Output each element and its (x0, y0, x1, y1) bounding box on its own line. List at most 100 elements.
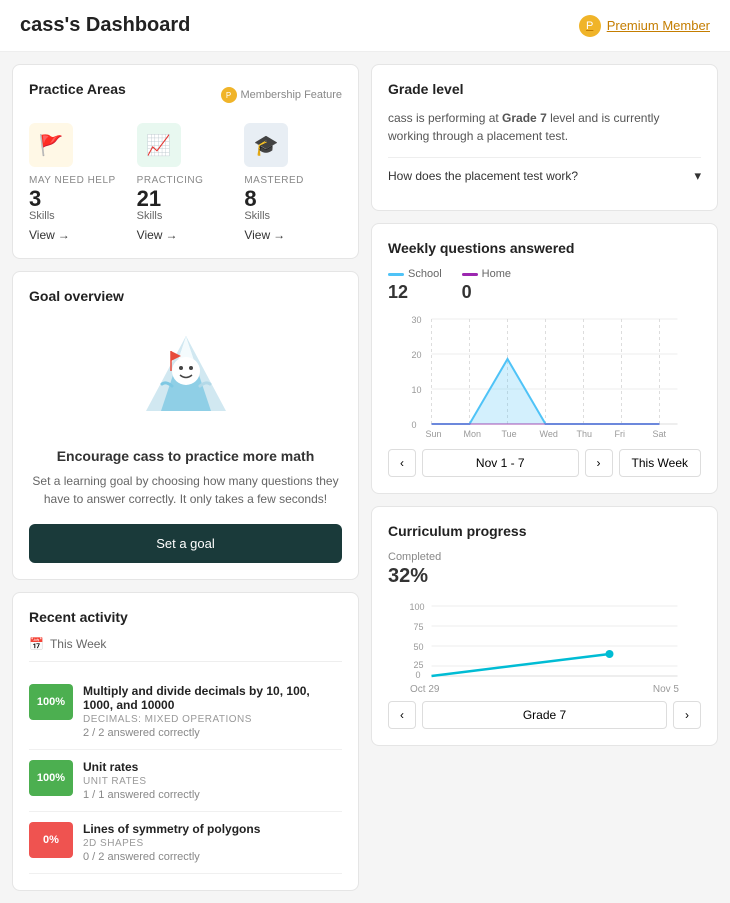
mastered-count: 8 (244, 188, 342, 210)
help-label: MAY NEED HELP (29, 175, 127, 186)
activity-score-2: 100% (29, 760, 73, 796)
membership-icon: P (221, 87, 237, 103)
activity-score-3: 0% (29, 822, 73, 858)
mastered-view-link[interactable]: View → (244, 228, 342, 242)
activity-info-3: Lines of symmetry of polygons 2D SHAPES … (83, 822, 260, 863)
school-stat: School 12 (388, 268, 442, 303)
svg-text:20: 20 (412, 350, 422, 360)
date-range-button[interactable]: Nov 1 - 7 (422, 449, 579, 477)
weekly-questions-card: Weekly questions answered School 12 Home… (371, 223, 718, 494)
practicing-view-link[interactable]: View → (137, 228, 235, 242)
membership-feature: P Membership Feature (221, 87, 343, 103)
svg-text:0: 0 (412, 420, 417, 430)
set-goal-button[interactable]: Set a goal (29, 524, 342, 563)
practice-items: 🚩 MAY NEED HELP 3 Skills View → 📈 PRACTI… (29, 123, 342, 242)
svg-text:Wed: Wed (540, 429, 558, 439)
activity-info-1: Multiply and divide decimals by 10, 100,… (83, 684, 342, 739)
curriculum-chart: 100 75 50 25 0 Oct (388, 600, 701, 680)
this-week-button[interactable]: This Week (619, 449, 701, 477)
graduation-icon: 🎓 (244, 123, 288, 167)
practice-areas-title: Practice Areas (29, 81, 126, 97)
recent-activity-card: Recent activity 📅 This Week 100% Multipl… (12, 592, 359, 891)
svg-text:Sat: Sat (653, 429, 667, 439)
svg-text:30: 30 (412, 315, 422, 325)
weekly-chart-svg: 30 20 10 0 (388, 311, 701, 441)
svg-text:50: 50 (414, 642, 424, 652)
curriculum-x-labels: Oct 29 Nov 5 (388, 684, 701, 695)
mastered-skills: Skills (244, 210, 342, 222)
next-week-button[interactable]: › (585, 449, 613, 477)
main-content: Practice Areas P Membership Feature 🚩 MA… (0, 52, 730, 903)
svg-text:Sun: Sun (426, 429, 442, 439)
school-dot (388, 273, 404, 276)
header: cass's Dashboard P Premium Member (0, 0, 730, 52)
placement-accordion[interactable]: How does the placement test work? ▾ (388, 157, 701, 194)
practice-areas-header: Practice Areas P Membership Feature (29, 81, 342, 109)
help-skills: Skills (29, 210, 127, 222)
activity-item-3: 0% Lines of symmetry of polygons 2D SHAP… (29, 812, 342, 874)
school-value: 12 (388, 282, 442, 303)
goal-title: Goal overview (29, 288, 342, 304)
weekly-chart: 30 20 10 0 (388, 311, 701, 441)
premium-label: Premium Member (607, 18, 710, 33)
goal-illustration (126, 316, 246, 436)
curriculum-chart-svg: 100 75 50 25 0 Oct (388, 600, 701, 680)
home-value: 0 (462, 282, 511, 303)
premium-icon: P (579, 15, 601, 37)
membership-label: Membership Feature (241, 89, 343, 101)
flag-icon: 🚩 (29, 123, 73, 167)
svg-text:0: 0 (416, 670, 421, 680)
practice-areas-card: Practice Areas P Membership Feature 🚩 MA… (12, 64, 359, 259)
chart-icon: 📈 (137, 123, 181, 167)
practicing-count: 21 (137, 188, 235, 210)
activity-info-2: Unit rates UNIT RATES 1 / 1 answered cor… (83, 760, 200, 801)
page-title: cass's Dashboard (20, 14, 190, 37)
week-label: 📅 This Week (29, 637, 342, 662)
help-view-link[interactable]: View → (29, 228, 127, 242)
practicing-label: PRACTICING (137, 175, 235, 186)
goal-overview-card: Goal overview (12, 271, 359, 580)
svg-text:100: 100 (410, 602, 425, 612)
chevron-down-icon: ▾ (694, 168, 701, 184)
home-dot (462, 273, 478, 276)
grade-level-card: Grade level cass is performing at Grade … (371, 64, 718, 211)
svg-text:10: 10 (412, 385, 422, 395)
prev-week-button[interactable]: ‹ (388, 449, 416, 477)
premium-badge[interactable]: P Premium Member (579, 15, 710, 37)
svg-text:75: 75 (414, 622, 424, 632)
week-chart-header: School 12 Home 0 (388, 268, 701, 303)
home-stat: Home 0 (462, 268, 511, 303)
grade-level-title: Grade level (388, 81, 701, 97)
practice-item-help: 🚩 MAY NEED HELP 3 Skills View → (29, 123, 127, 242)
next-grade-button[interactable]: › (673, 701, 701, 729)
calendar-icon: 📅 (29, 637, 44, 651)
practicing-skills: Skills (137, 210, 235, 222)
grade-description: cass is performing at Grade 7 level and … (388, 109, 701, 145)
recent-activity-title: Recent activity (29, 609, 342, 625)
right-column: Grade level cass is performing at Grade … (371, 64, 718, 891)
practice-item-practicing: 📈 PRACTICING 21 Skills View → (137, 123, 235, 242)
completed-label: Completed (388, 551, 701, 563)
completed-pct: 32% (388, 565, 701, 588)
svg-text:Fri: Fri (615, 429, 626, 439)
svg-text:25: 25 (414, 660, 424, 670)
activity-item-1: 100% Multiply and divide decimals by 10,… (29, 674, 342, 750)
curriculum-progress-card: Curriculum progress Completed 32% 100 75… (371, 506, 718, 746)
prev-grade-button[interactable]: ‹ (388, 701, 416, 729)
svg-text:Tue: Tue (502, 429, 517, 439)
goal-description: Set a learning goal by choosing how many… (29, 472, 342, 508)
weekly-questions-title: Weekly questions answered (388, 240, 701, 256)
left-column: Practice Areas P Membership Feature 🚩 MA… (12, 64, 359, 891)
activity-item-2: 100% Unit rates UNIT RATES 1 / 1 answere… (29, 750, 342, 812)
activity-score-1: 100% (29, 684, 73, 720)
curriculum-nav: ‹ Grade 7 › (388, 701, 701, 729)
practice-item-mastered: 🎓 MASTERED 8 Skills View → (244, 123, 342, 242)
svg-text:Mon: Mon (464, 429, 482, 439)
svg-text:Thu: Thu (577, 429, 593, 439)
mastered-label: MASTERED (244, 175, 342, 186)
goal-encourage-title: Encourage cass to practice more math (29, 448, 342, 464)
chart-nav: ‹ Nov 1 - 7 › This Week (388, 449, 701, 477)
help-count: 3 (29, 188, 127, 210)
curriculum-title: Curriculum progress (388, 523, 701, 539)
grade-label-button[interactable]: Grade 7 (422, 701, 667, 729)
